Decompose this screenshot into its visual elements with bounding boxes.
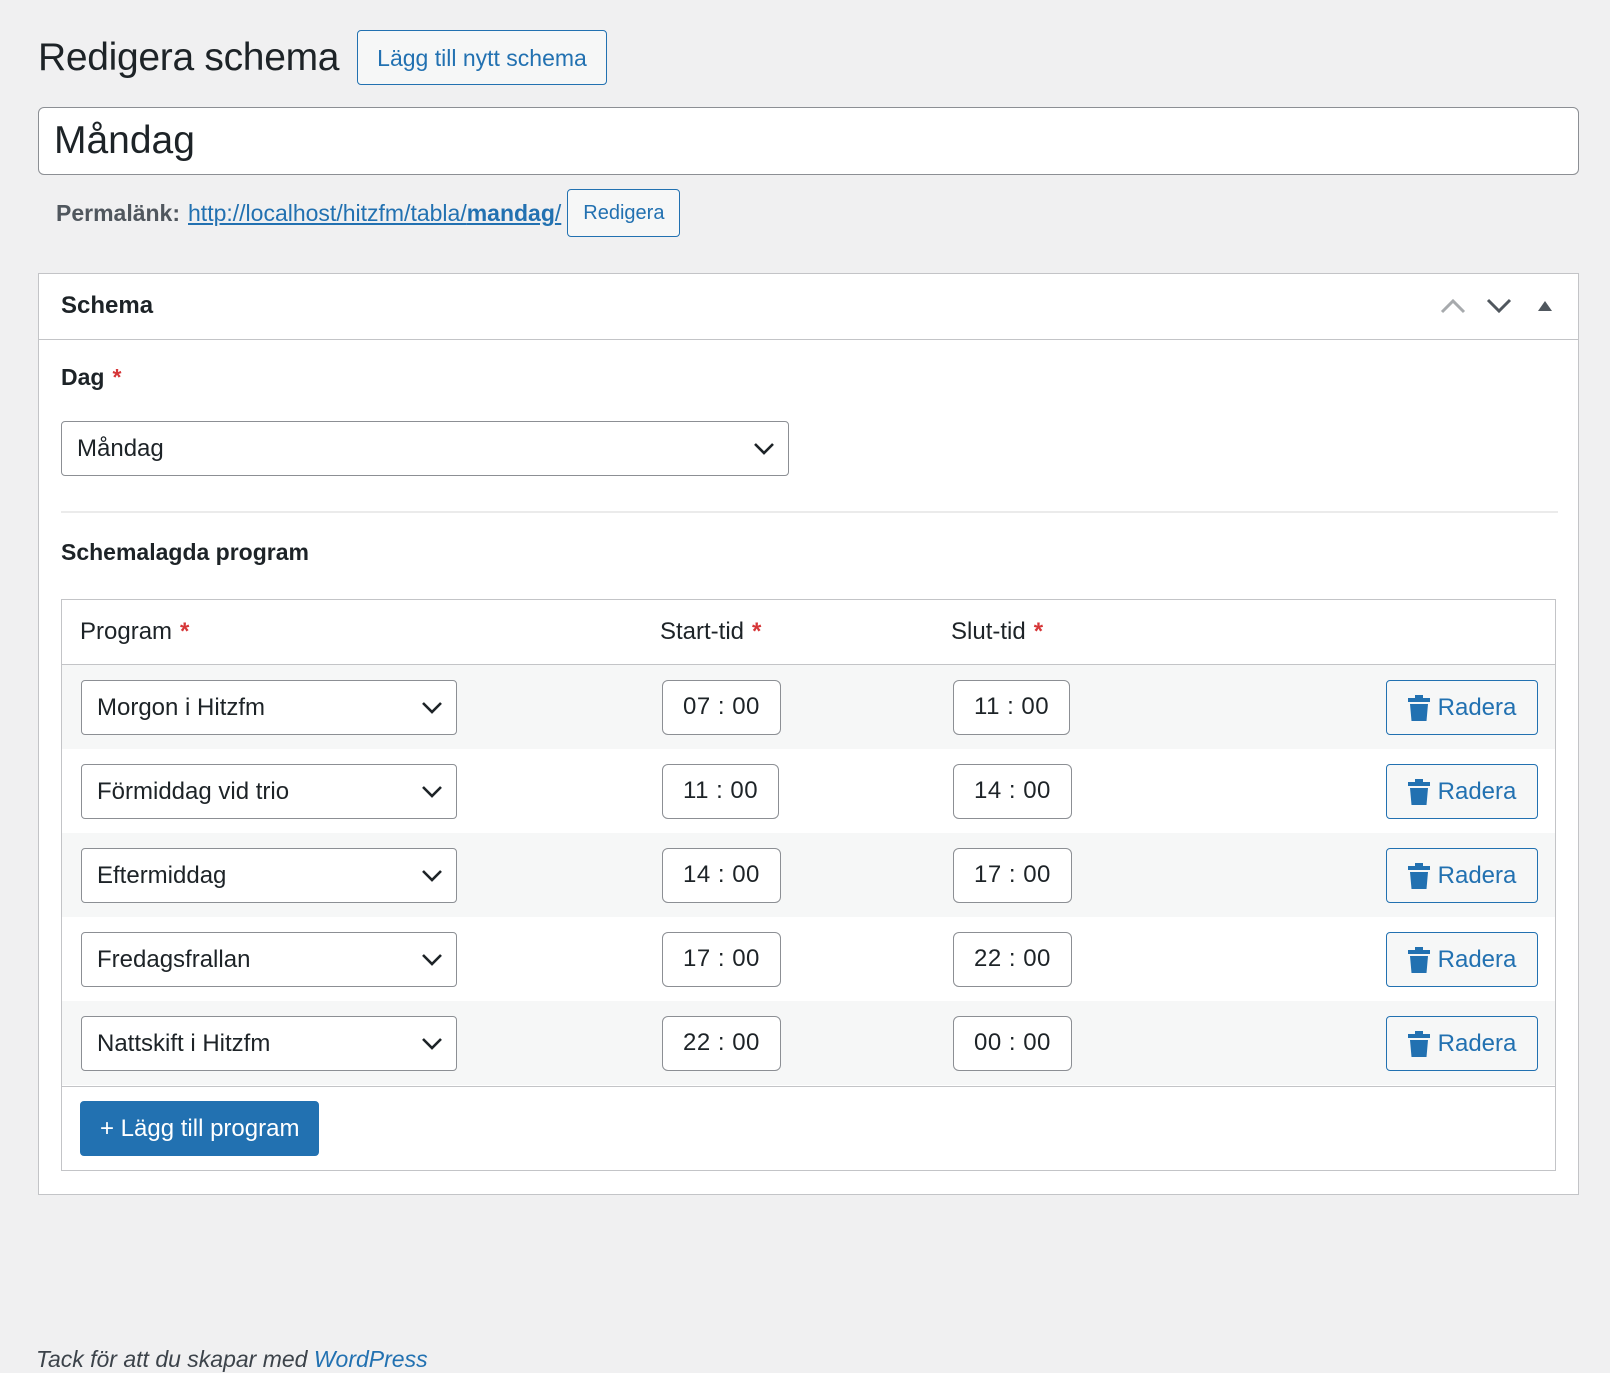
metabox-header: Schema [39,274,1578,340]
permalink-url-suffix: / [554,199,562,226]
wordpress-link[interactable]: WordPress [314,1346,428,1372]
delete-row-button[interactable]: Radera [1386,1016,1538,1071]
chevron-down-icon [422,1037,442,1050]
programs-table: Program * Start-tid * Slut-tid * Morgon i H… [61,599,1556,1171]
trash-icon [1407,862,1430,889]
delete-row-button[interactable]: Radera [1386,680,1538,735]
edit-permalink-button[interactable]: Redigera [567,189,681,237]
start-time-input[interactable]: 14 : 00 [662,848,781,903]
chevron-down-icon [422,701,442,714]
program-select-value: Fredagsfrallan [97,945,251,973]
start-time-input[interactable]: 11 : 00 [662,764,780,819]
program-select[interactable]: Fredagsfrallan [81,932,457,987]
required-marker: * [1033,618,1044,645]
trash-icon [1407,778,1430,805]
program-select[interactable]: Eftermiddag [81,848,457,903]
page-title: Redigera schema [38,35,340,79]
program-select[interactable]: Förmiddag vid trio [81,764,457,819]
start-time-input[interactable]: 07 : 00 [662,680,781,735]
end-time-input[interactable]: 11 : 00 [953,680,1071,735]
delete-label: Radera [1437,1029,1517,1057]
column-header-program: Program * [80,600,189,664]
table-footer: + Lägg till program [62,1086,1555,1170]
add-new-schedule-button[interactable]: Lägg till nytt schema [357,30,607,85]
delete-row-button[interactable]: Radera [1386,848,1538,903]
permalink-label: Permalänk: [56,199,181,226]
start-time-input[interactable]: 22 : 00 [662,1016,781,1071]
table-row: Eftermiddag 14 : 00 17 : 00 Radera [62,833,1555,917]
day-select[interactable]: Måndag [61,421,789,476]
delete-label: Radera [1437,945,1517,973]
trash-icon [1407,694,1430,721]
delete-row-button[interactable]: Radera [1386,932,1538,987]
program-select-value: Nattskift i Hitzfm [97,1029,271,1057]
program-select[interactable]: Nattskift i Hitzfm [81,1016,457,1071]
delete-label: Radera [1437,693,1517,721]
day-select-value: Måndag [77,434,164,462]
end-time-input[interactable]: 00 : 00 [953,1016,1072,1071]
chevron-down-icon[interactable] [1476,283,1522,329]
table-row: Morgon i Hitzfm 07 : 00 11 : 00 Radera [62,665,1555,749]
start-time-input[interactable]: 17 : 00 [662,932,781,987]
end-time-input[interactable]: 14 : 00 [953,764,1072,819]
footer-text-prefix: Tack för att du skapar med [36,1346,314,1372]
table-row: Fredagsfrallan 17 : 00 22 : 00 Radera [62,917,1555,1001]
metabox-title: Schema [61,292,154,319]
admin-footer-text: Tack för att du skapar med WordPress [36,1346,428,1373]
chevron-down-icon [422,953,442,966]
program-select-value: Morgon i Hitzfm [97,693,266,721]
column-header-start: Start-tid * [660,600,761,664]
schema-metabox: Schema Dag * Måndag Schemalagda program [38,273,1579,1195]
heading-row: Redigera schema Lägg till nytt schema [38,30,607,85]
day-label-text: Dag [61,364,105,390]
program-select[interactable]: Morgon i Hitzfm [81,680,457,735]
column-header-program-text: Program [80,618,173,645]
delete-row-button[interactable]: Radera [1386,764,1538,819]
column-header-start-text: Start-tid [660,618,745,645]
scheduled-programs-label: Schemalagda program [61,539,309,565]
required-marker: * [752,618,762,645]
table-row: Nattskift i Hitzfm 22 : 00 00 : 00 Rader… [62,1001,1555,1085]
required-marker: * [112,364,122,390]
add-program-button[interactable]: + Lägg till program [80,1101,320,1156]
end-time-input[interactable]: 17 : 00 [953,848,1072,903]
chevron-down-icon [422,785,442,798]
delete-label: Radera [1437,777,1517,805]
divider [61,511,1558,513]
post-title-input[interactable]: Måndag [38,107,1579,175]
table-header: Program * Start-tid * Slut-tid * [62,600,1555,665]
column-header-end: Slut-tid * [951,600,1043,664]
chevron-down-icon [422,869,442,882]
delete-label: Radera [1437,861,1517,889]
column-header-end-text: Slut-tid [951,618,1026,645]
permalink-slug: mandag [466,199,555,226]
chevron-up-icon[interactable] [1430,283,1476,329]
program-select-value: Förmiddag vid trio [97,777,290,805]
day-label: Dag * [61,364,121,391]
table-row: Förmiddag vid trio 11 : 00 14 : 00 Rader… [62,749,1555,833]
permalink-url-prefix: http://localhost/hitzfm/tabla/ [188,199,467,226]
required-marker: * [180,618,190,645]
toggle-arrow-icon[interactable] [1522,283,1568,329]
end-time-input[interactable]: 22 : 00 [953,932,1072,987]
program-select-value: Eftermiddag [97,861,227,889]
metabox-controls [1430,274,1568,338]
trash-icon [1407,1030,1430,1057]
permalink-row: Permalänk: http://localhost/hitzfm/tabla… [56,189,681,237]
chevron-down-icon [754,442,774,455]
permalink-link[interactable]: http://localhost/hitzfm/tabla/mandag/ [188,200,561,227]
trash-icon [1407,946,1430,973]
